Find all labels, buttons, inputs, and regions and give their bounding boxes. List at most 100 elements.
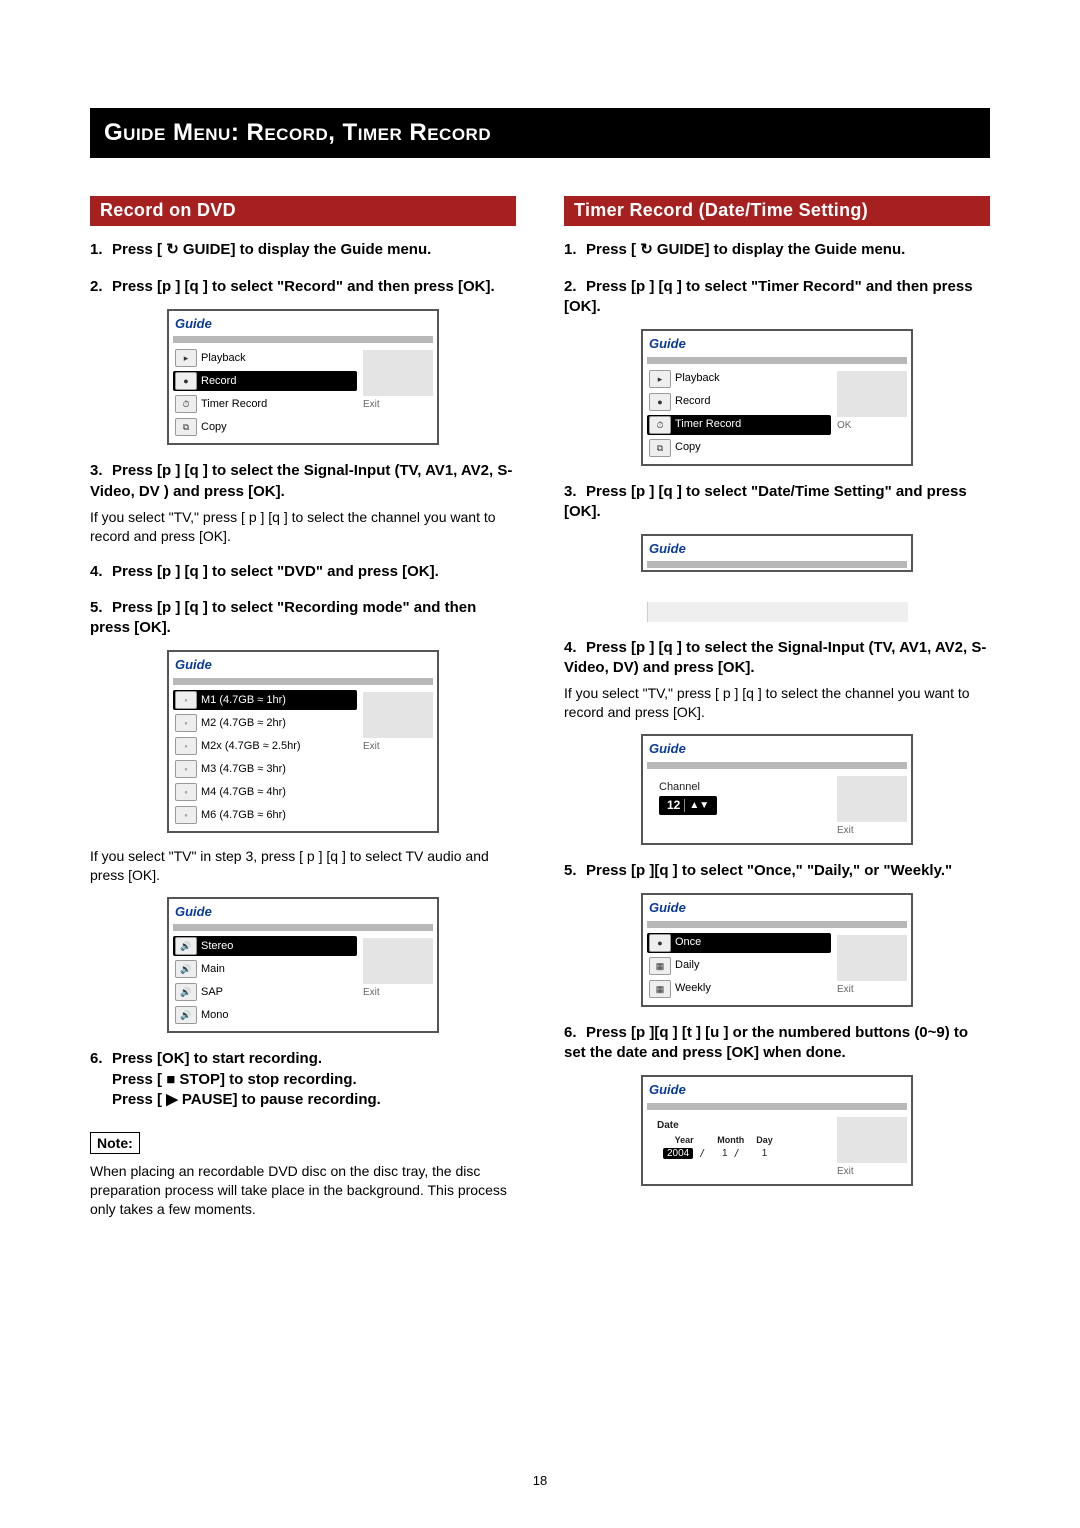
osd-channel: Guide Channel 12 ▲▼ (641, 734, 913, 845)
osd-label: M2 (4.7GB ≈ 2hr) (201, 716, 286, 731)
osd-item-copy: ⧉ Copy (173, 417, 357, 437)
osd-label: Record (675, 394, 710, 409)
osd-exit: Exit (363, 398, 431, 412)
timer-icon: ⏱ (649, 416, 671, 434)
osd-label: SAP (201, 985, 223, 1000)
osd-item-record: ● Record (173, 371, 357, 391)
record-icon: ● (649, 934, 671, 952)
osd-exit: Exit (837, 983, 905, 997)
osd-bar (173, 678, 433, 685)
osd-label: Main (201, 962, 225, 977)
osd-fragment-top: Guide (641, 534, 913, 572)
osd-record-menu: Guide ▸Playback ●Record ⏱Timer Record ⧉C… (167, 309, 439, 446)
speaker-icon: 🔊 (175, 960, 197, 978)
left-step-4: 4.Press [p ] [q ] to select "DVD" and pr… (90, 562, 516, 582)
osd-timer-menu: Guide ▸Playback ●Record ⏱Timer Record ⧉C… (641, 329, 913, 466)
osd-bar (647, 762, 907, 769)
disc-icon: ◦ (175, 691, 197, 709)
osd-preview (363, 938, 433, 984)
osd-title: Guide (647, 335, 907, 354)
osd-preview (837, 776, 907, 822)
right-step-6: 6.Press [p ][q ] [t ] [u ] or the number… (564, 1023, 990, 1187)
copy-icon: ⧉ (175, 418, 197, 436)
right-heading: Timer Record (Date/Time Setting) (564, 196, 990, 226)
step-text: Press [ ↻ GUIDE] to display the Guide me… (112, 241, 431, 258)
osd-bar (647, 921, 907, 928)
disc-icon: ◦ (175, 760, 197, 778)
step-text: Press [p ] [q ] to select "DVD" and pres… (112, 563, 439, 580)
osd-label: Record (201, 374, 236, 389)
osd-bar (173, 924, 433, 931)
osd-bar (647, 357, 907, 364)
osd-title: Guide (647, 899, 907, 918)
step-text: Press [p ] [q ] to select the Signal-Inp… (90, 462, 512, 499)
osd-item-timer: ⏱Timer Record (173, 394, 357, 414)
step-note: If you select "TV," press [ p ] [q ] to … (90, 508, 516, 546)
channel-label: Channel (659, 780, 700, 795)
play-icon: ▸ (649, 370, 671, 388)
left-heading: Record on DVD (90, 196, 516, 226)
osd-preview (363, 350, 433, 396)
osd-label: Playback (675, 371, 720, 386)
osd-bar (173, 336, 433, 343)
osd-preview (837, 371, 907, 417)
osd-bar (647, 1103, 907, 1110)
osd-label: Mono (201, 1008, 229, 1023)
right-column: Timer Record (Date/Time Setting) 1.Press… (564, 196, 990, 1224)
osd-label: Stereo (201, 939, 233, 954)
speaker-icon: 🔊 (175, 983, 197, 1001)
osd-title: Guide (173, 903, 433, 922)
right-step-3: 3.Press [p ] [q ] to select "Date/Time S… (564, 482, 990, 622)
left-step-1: 1.Press [ ↻ GUIDE] to display the Guide … (90, 240, 516, 260)
step-text: Press [p ] [q ] to select "Record" and t… (112, 278, 495, 295)
osd-label: Copy (675, 440, 701, 455)
osd-mode-m4: ◦M4 (4.7GB ≈ 4hr) (173, 782, 357, 802)
osd-label: Weekly (675, 981, 711, 996)
speaker-icon: 🔊 (175, 1006, 197, 1024)
step-text: Press [p ] [q ] to select "Date/Time Set… (564, 483, 967, 520)
calendar-icon: ▦ (649, 957, 671, 975)
step-text: Press [ ▶ PAUSE] to pause recording. (90, 1090, 516, 1110)
record-icon: ● (175, 372, 197, 390)
date-month-h: Month (711, 1134, 750, 1146)
osd-title: Guide (647, 740, 907, 759)
play-icon: ▸ (175, 349, 197, 367)
osd-audio-stereo: 🔊Stereo (173, 936, 357, 956)
step-text: Press [OK] to start recording. (112, 1050, 322, 1067)
osd-label: Copy (201, 420, 227, 435)
date-year-h: Year (657, 1134, 711, 1146)
osd-preview (837, 1117, 907, 1163)
disc-icon: ◦ (175, 714, 197, 732)
channel-value: 12 ▲▼ (659, 796, 717, 814)
osd-mode-m2x: ◦M2x (4.7GB ≈ 2.5hr) (173, 736, 357, 756)
step-text: Press [p ][q ] [t ] [u ] or the numbered… (564, 1024, 968, 1061)
right-step-1: 1.Press [ ↻ GUIDE] to display the Guide … (564, 240, 990, 260)
osd-exit: Exit (363, 740, 431, 754)
osd-preview (363, 692, 433, 738)
osd-audio-main: 🔊 Main (173, 959, 357, 979)
osd-label: M6 (4.7GB ≈ 6hr) (201, 808, 286, 823)
osd-bar (647, 561, 907, 568)
osd-title: Guide (647, 540, 907, 559)
left-step-3: 3.Press [p ] [q ] to select the Signal-I… (90, 461, 516, 545)
date-year-v: 2004 (663, 1148, 693, 1159)
channel-value-text: 12 (667, 797, 680, 813)
osd-freq-weekly: ▦Weekly (647, 979, 831, 999)
osd-mode-m3: ◦M3 (4.7GB ≈ 3hr) (173, 759, 357, 779)
page-title: Guide Menu: Record, Timer Record (90, 108, 990, 158)
up-down-icon: ▲▼ (684, 799, 709, 813)
step-text: Press [ ■ STOP] to stop recording. (90, 1070, 516, 1090)
step-text: Press [p ] [q ] to select the Signal-Inp… (564, 639, 986, 676)
page-number: 18 (0, 1473, 1080, 1488)
osd-label: Timer Record (201, 397, 267, 412)
osd-audio-mono: 🔊 Mono (173, 1005, 357, 1025)
step-text: Press [p ] [q ] to select "Timer Record"… (564, 278, 973, 315)
note-text: When placing an recordable DVD disc on t… (90, 1162, 516, 1219)
left-step-5: 5.Press [p ] [q ] to select "Recording m… (90, 598, 516, 1033)
disc-icon: ◦ (175, 806, 197, 824)
osd-label: Daily (675, 958, 699, 973)
disc-icon: ◦ (175, 737, 197, 755)
osd-mode-m6: ◦ M6 (4.7GB ≈ 6hr) (173, 805, 357, 825)
osd-exit: Exit (837, 1165, 905, 1179)
osd-label: M4 (4.7GB ≈ 4hr) (201, 785, 286, 800)
